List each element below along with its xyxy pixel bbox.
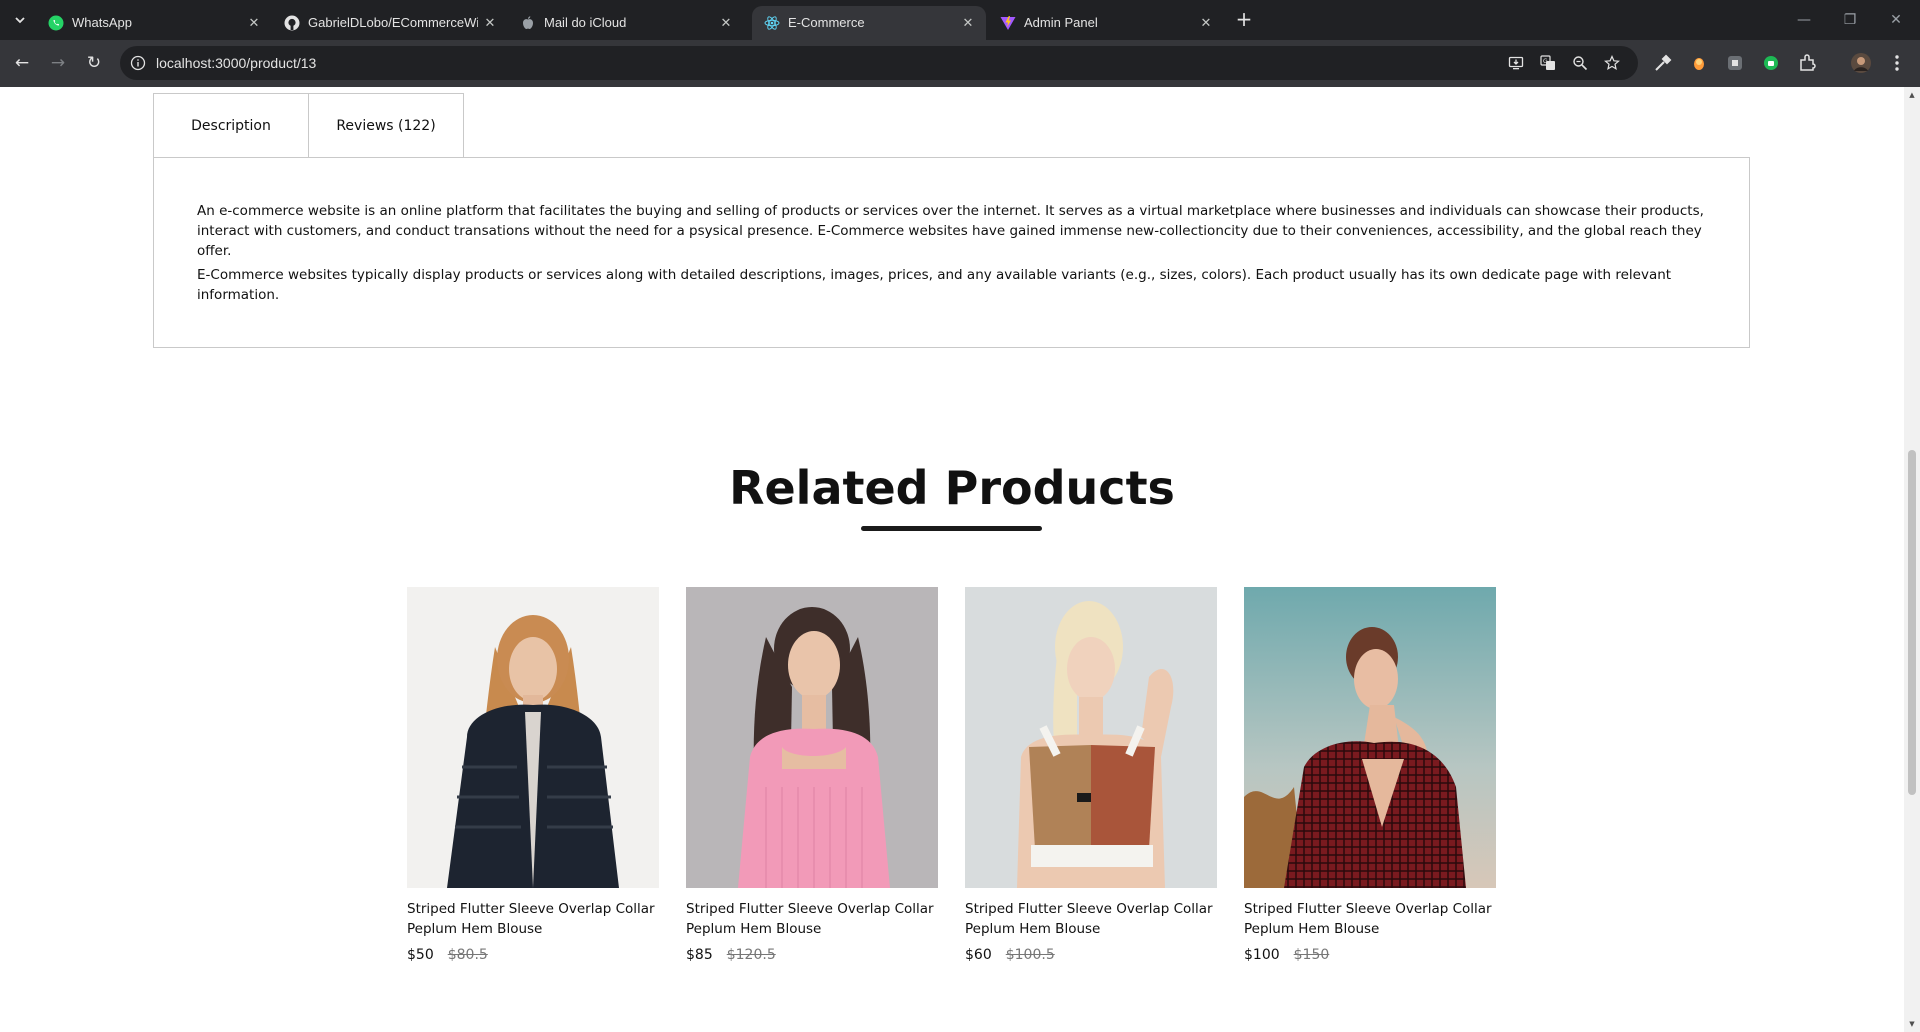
vite-icon: [1000, 15, 1016, 31]
extensions-icon[interactable]: [1796, 52, 1818, 74]
tab-search-icon[interactable]: [8, 8, 32, 32]
product-card[interactable]: Striped Flutter Sleeve Overlap Collar Pe…: [965, 587, 1217, 964]
tab-github[interactable]: GabrielDLobo/ECommerceWith ✕: [272, 6, 508, 40]
tab-title: Admin Panel: [1024, 15, 1098, 30]
zoom-icon[interactable]: [1572, 55, 1588, 71]
product-prices: $60 $100.5: [965, 946, 1217, 964]
close-icon[interactable]: ✕: [246, 15, 262, 31]
puzzle-extension-icon[interactable]: [1724, 52, 1746, 74]
product-price: $50: [407, 947, 434, 963]
close-icon[interactable]: ✕: [1198, 15, 1214, 31]
browser-toolbar: ← → ↻ localhost:3000/product/13 G: [0, 40, 1920, 87]
tab-title: GabrielDLobo/ECommerceWith: [308, 15, 478, 30]
tab-reviews[interactable]: Reviews (122): [308, 93, 464, 158]
tab-title: WhatsApp: [72, 15, 132, 30]
product-prices: $85 $120.5: [686, 946, 938, 964]
svg-text:G: G: [1543, 58, 1548, 65]
green-extension-icon[interactable]: [1760, 52, 1782, 74]
related-products-title: Related Products: [729, 461, 1175, 515]
orange-extension-icon[interactable]: [1688, 52, 1710, 74]
product-name[interactable]: Striped Flutter Sleeve Overlap Collar Pe…: [965, 899, 1217, 939]
product-old-price: $150: [1293, 947, 1330, 963]
tab-admin-panel[interactable]: Admin Panel ✕: [988, 6, 1224, 40]
restore-icon[interactable]: ❐: [1838, 8, 1862, 32]
apple-icon: [520, 15, 536, 31]
menu-kebab-icon[interactable]: [1886, 52, 1908, 74]
description-panel: An e-commerce website is an online platf…: [153, 157, 1750, 348]
product-image[interactable]: [407, 587, 659, 888]
eyedropper-extension-icon[interactable]: [1652, 52, 1674, 74]
product-card[interactable]: Striped Flutter Sleeve Overlap Collar Pe…: [407, 587, 659, 964]
scrollbar-thumb[interactable]: [1908, 450, 1916, 795]
new-tab-button[interactable]: +: [1232, 8, 1256, 32]
forward-icon[interactable]: →: [46, 51, 70, 75]
product-price: $60: [965, 947, 992, 963]
product-card[interactable]: Striped Flutter Sleeve Overlap Collar Pe…: [1244, 587, 1496, 964]
product-prices: $100 $150: [1244, 946, 1496, 964]
product-image[interactable]: [1244, 587, 1496, 888]
product-prices: $50 $80.5: [407, 946, 659, 964]
title-underline: [861, 526, 1042, 531]
whatsapp-icon: [48, 15, 64, 31]
page-viewport: Description Reviews (122) An e-commerce …: [0, 87, 1904, 1032]
product-name[interactable]: Striped Flutter Sleeve Overlap Collar Pe…: [1244, 899, 1496, 939]
product-name[interactable]: Striped Flutter Sleeve Overlap Collar Pe…: [686, 899, 938, 939]
window-close-icon[interactable]: ✕: [1884, 8, 1908, 32]
product-price: $100: [1244, 947, 1280, 963]
bookmark-star-icon[interactable]: [1604, 55, 1620, 71]
description-paragraph: E-Commerce websites typically display pr…: [197, 267, 1672, 303]
profile-avatar[interactable]: [1850, 52, 1872, 74]
close-icon[interactable]: ✕: [718, 15, 734, 31]
github-icon: [284, 15, 300, 31]
tab-whatsapp[interactable]: WhatsApp ✕: [36, 6, 272, 40]
site-info-icon[interactable]: [130, 55, 146, 71]
product-card[interactable]: Striped Flutter Sleeve Overlap Collar Pe…: [686, 587, 938, 964]
close-icon[interactable]: ✕: [482, 15, 498, 31]
product-old-price: $100.5: [1005, 947, 1055, 963]
tab-description[interactable]: Description: [153, 93, 309, 158]
tab-icloud-mail[interactable]: Mail do iCloud ✕: [508, 6, 744, 40]
product-image[interactable]: [965, 587, 1217, 888]
product-name[interactable]: Striped Flutter Sleeve Overlap Collar Pe…: [407, 899, 659, 939]
reload-icon[interactable]: ↻: [82, 51, 106, 75]
browser-tab-strip: WhatsApp ✕ GabrielDLobo/ECommerceWith ✕ …: [0, 0, 1920, 40]
tab-ecommerce[interactable]: E-Commerce ✕: [752, 6, 986, 40]
install-app-icon[interactable]: [1508, 55, 1524, 71]
tab-title: Mail do iCloud: [544, 15, 627, 30]
minimize-icon[interactable]: —: [1792, 8, 1816, 32]
react-icon: [764, 15, 780, 31]
product-image[interactable]: [686, 587, 938, 888]
scroll-up-icon[interactable]: ▲: [1908, 91, 1916, 99]
description-paragraph: An e-commerce website is an online platf…: [197, 203, 1704, 259]
product-old-price: $120.5: [726, 947, 776, 963]
url-text: localhost:3000/product/13: [156, 55, 317, 71]
product-price: $85: [686, 947, 713, 963]
close-icon[interactable]: ✕: [960, 15, 976, 31]
product-old-price: $80.5: [447, 947, 488, 963]
back-icon[interactable]: ←: [10, 51, 34, 75]
translate-icon[interactable]: G: [1540, 55, 1556, 71]
scroll-down-icon[interactable]: ▼: [1908, 1020, 1916, 1028]
address-bar[interactable]: localhost:3000/product/13 G: [120, 46, 1638, 80]
tab-title: E-Commerce: [788, 15, 865, 30]
page-scrollbar[interactable]: ▲ ▼: [1904, 87, 1920, 1032]
